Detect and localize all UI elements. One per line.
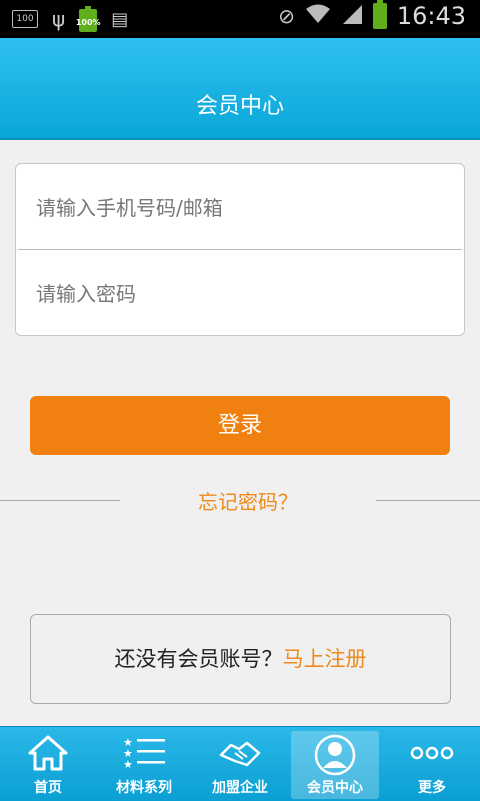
svg-text:★: ★ [123, 758, 133, 771]
handshake-icon [192, 735, 288, 775]
username-input[interactable] [34, 164, 438, 251]
password-field [16, 250, 464, 337]
tab-label: 加盟企业 [212, 780, 268, 796]
status-bar: 100 ψ 100% ▤ ⊘ 16:43 [0, 0, 480, 38]
battery-notification-icon: 100% [76, 6, 101, 32]
tab-home[interactable]: 首页 [0, 727, 96, 801]
tab-materials[interactable]: ★ ★ ★ 材料系列 [96, 727, 192, 801]
battery-notification-percent: 100% [75, 18, 101, 27]
login-form [15, 163, 465, 337]
wifi-icon [305, 3, 331, 30]
password-input[interactable] [34, 250, 438, 337]
forgot-divider-right [376, 500, 480, 501]
page-title: 会员中心 [195, 94, 284, 119]
tab-franchise[interactable]: 加盟企业 [192, 727, 288, 801]
register-link[interactable]: 马上注册 [283, 647, 367, 671]
mute-icon: ⊘ [278, 4, 295, 28]
tab-member-center[interactable]: 会员中心 [291, 731, 379, 799]
tab-label: 会员中心 [307, 780, 363, 796]
clock: 16:43 [396, 2, 466, 30]
battery-icon [372, 0, 387, 29]
tab-label: 更多 [418, 780, 446, 796]
home-icon [0, 735, 96, 775]
login-button[interactable]: 登录 [30, 396, 450, 455]
list-icon: ★ ★ ★ [96, 735, 192, 775]
signal-icon [341, 3, 363, 30]
tab-label: 材料系列 [116, 780, 172, 796]
more-icon [384, 735, 480, 775]
user-icon [291, 734, 379, 776]
bottom-tab-bar: 首页 ★ ★ ★ 材料系列 加盟企业 会员中心 更多 [0, 726, 480, 801]
register-box: 还没有会员账号？马上注册 [30, 614, 451, 704]
app-header: 会员中心 [0, 38, 480, 140]
tab-more[interactable]: 更多 [384, 727, 480, 801]
usb-icon: ψ [52, 7, 66, 31]
forgot-divider-left [0, 500, 120, 501]
notification-badge-icon: 100 [12, 10, 38, 28]
document-icon: ▤ [111, 8, 129, 30]
register-prompt: 还没有会员账号？ [114, 647, 283, 671]
forgot-password-link[interactable]: 忘记密码？ [120, 486, 376, 515]
tab-label: 首页 [34, 780, 62, 796]
username-field [16, 164, 464, 251]
